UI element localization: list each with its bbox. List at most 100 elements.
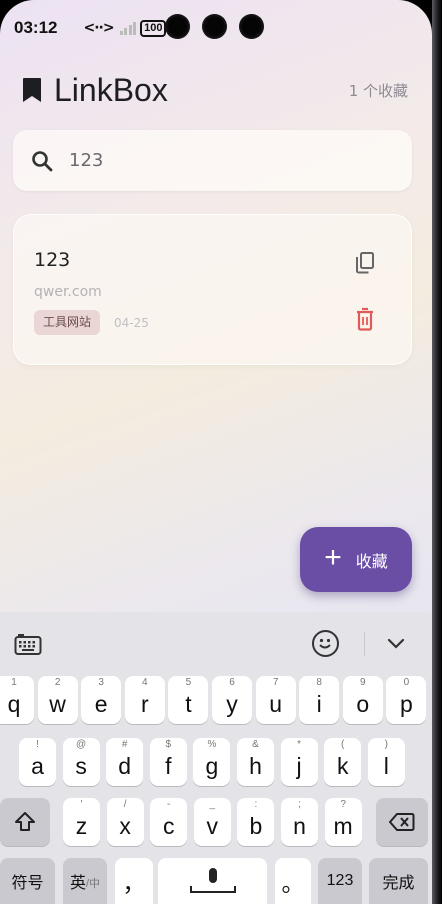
search-input[interactable] — [69, 150, 369, 171]
key-letter: w — [49, 690, 66, 717]
period-key-label: 。 — [281, 870, 305, 896]
key-hint: @ — [76, 739, 87, 750]
camera-cutouts — [165, 14, 264, 39]
key-letter: y — [226, 690, 238, 717]
key-hint: $ — [165, 739, 172, 750]
key-letter: e — [94, 690, 108, 717]
key-a[interactable]: ! a — [19, 738, 56, 786]
link-date: 04-25 — [114, 316, 149, 330]
key-n[interactable]: ; n — [281, 798, 318, 846]
backspace-icon — [389, 813, 415, 831]
key-letter: h — [249, 752, 262, 779]
key-d[interactable]: # d — [106, 738, 144, 786]
key-h[interactable]: & h — [237, 738, 274, 786]
key-hint: 9 — [360, 677, 366, 688]
search-icon — [32, 150, 53, 171]
delete-icon[interactable] — [355, 307, 375, 331]
language-key[interactable]: 英/中 — [63, 858, 107, 904]
key-letter: v — [206, 812, 219, 839]
key-m[interactable]: ? m — [324, 798, 362, 846]
key-hint: : — [254, 799, 258, 810]
key-hint: ; — [298, 799, 301, 810]
key-hint: # — [121, 739, 128, 750]
key-r[interactable]: 4r — [124, 676, 165, 724]
key-hint: 6 — [229, 677, 235, 688]
done-key[interactable]: 完成 — [369, 858, 428, 904]
key-letter: s — [75, 752, 87, 779]
app-title: LinkBox — [54, 71, 168, 108]
category-tag[interactable]: 工具网站 — [34, 310, 101, 335]
key-q[interactable]: 1q — [0, 676, 34, 724]
key-l[interactable]: ) l — [367, 738, 405, 786]
chevron-down-icon[interactable] — [385, 632, 407, 654]
key-c[interactable]: -c — [150, 798, 188, 846]
key-hint: 7 — [272, 677, 279, 688]
key-y[interactable]: 6y — [212, 676, 252, 724]
key-f[interactable]: $ f — [149, 738, 187, 786]
keyboard-toolbar — [0, 612, 432, 676]
key-letter: a — [31, 752, 44, 779]
key-o[interactable]: 9o — [342, 676, 383, 724]
key-hint: - — [167, 799, 171, 810]
emoji-icon[interactable] — [312, 630, 339, 657]
key-v[interactable]: _ v — [193, 798, 231, 846]
key-hint: % — [207, 739, 217, 750]
key-hint: 3 — [98, 677, 104, 688]
key-letter: o — [356, 690, 370, 717]
camera-dot — [202, 14, 227, 39]
key-letter: c — [162, 812, 175, 839]
key-k[interactable]: (k — [324, 738, 362, 786]
add-bookmark-label: 收藏 — [355, 551, 388, 571]
key-letter: x — [119, 812, 131, 839]
key-hint: & — [252, 739, 259, 750]
key-letter: u — [269, 690, 282, 717]
link-card[interactable]: 123 qwer.com 工具网站 04-25 — [13, 214, 412, 365]
camera-dot — [239, 14, 264, 39]
key-g[interactable]: % g — [193, 738, 231, 786]
key-letter: r — [140, 690, 149, 717]
search-bar[interactable] — [13, 130, 412, 191]
key-i[interactable]: 8i — [299, 676, 340, 724]
key-x[interactable]: / x — [106, 798, 144, 846]
key-s[interactable]: @ s — [62, 738, 100, 786]
camera-dot — [165, 14, 190, 39]
space-key[interactable] — [158, 858, 267, 904]
copy-icon[interactable] — [354, 251, 376, 275]
key-hint: 4 — [142, 677, 148, 688]
key-hint: ' — [80, 799, 83, 810]
bookmark-count: 1 个收藏 — [348, 81, 408, 100]
key-letter: b — [249, 812, 263, 839]
key-t[interactable]: 5t — [168, 676, 209, 724]
key-hint: ) — [384, 739, 388, 750]
numbers-key-label: 123 — [326, 872, 354, 889]
key-letter: i — [316, 690, 322, 717]
battery-indicator: 100 — [140, 19, 167, 37]
key-letter: j — [296, 752, 302, 779]
phone-screen: 03:12 <··> 100 LinkBox 1 个收藏 123 qwer.co… — [0, 0, 432, 904]
key-hint: 1 — [11, 677, 17, 688]
link-url[interactable]: qwer.com — [34, 284, 102, 300]
comma-key[interactable]: ， — [115, 858, 153, 904]
key-w[interactable]: 2w — [37, 676, 78, 724]
symbols-key[interactable]: 符号 — [0, 858, 55, 904]
period-key[interactable]: 。 — [275, 858, 311, 904]
add-bookmark-button[interactable]: + 收藏 — [300, 527, 412, 592]
numbers-key[interactable]: 123 — [318, 858, 362, 904]
keyboard-icon[interactable] — [14, 632, 42, 656]
key-p[interactable]: 0p — [386, 676, 427, 724]
key-z[interactable]: ' z — [63, 798, 100, 846]
key-letter: z — [75, 812, 88, 839]
symbols-key-label: 符号 — [11, 875, 44, 892]
key-j[interactable]: * j — [280, 738, 318, 786]
shift-key[interactable] — [0, 798, 50, 846]
key-hint: ! — [36, 739, 39, 750]
key-hint: 5 — [185, 677, 192, 688]
key-hint: 8 — [316, 677, 322, 688]
key-hint: 0 — [403, 677, 410, 688]
key-e[interactable]: 3e — [81, 676, 122, 724]
key-letter: p — [399, 690, 413, 717]
key-b[interactable]: :b — [237, 798, 275, 846]
key-u[interactable]: 7u — [255, 676, 296, 724]
backspace-key[interactable] — [376, 798, 428, 846]
comma-key-label: ， — [122, 870, 146, 896]
